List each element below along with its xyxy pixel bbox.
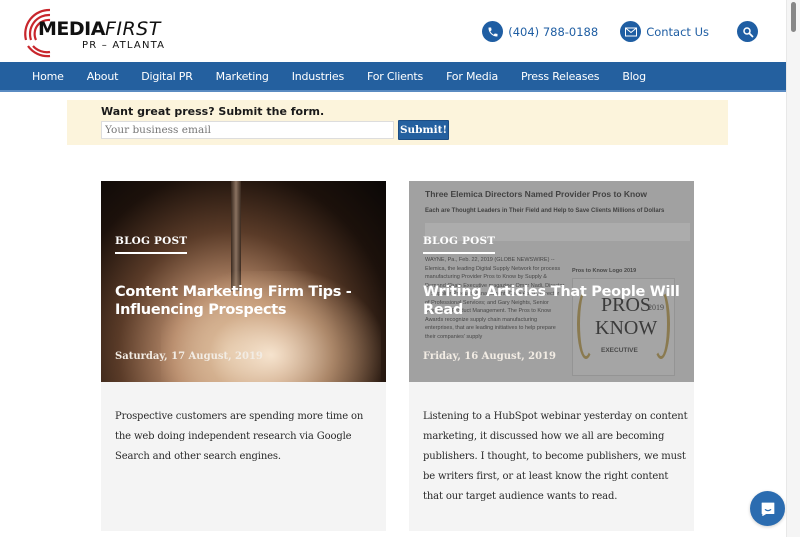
chat-bubble-icon xyxy=(761,502,774,516)
post-title[interactable]: Writing Articles That People Will Read xyxy=(423,283,688,319)
contact-bar: (404) 788-0188 Contact Us xyxy=(482,21,758,42)
post-excerpt: Prospective customers are spending more … xyxy=(115,411,364,462)
signup-title: Want great press? Submit the form. xyxy=(101,105,325,118)
page-scrollbar[interactable] xyxy=(786,0,800,537)
nav-item-for-media[interactable]: For Media xyxy=(446,70,498,83)
submit-button[interactable]: Submit! xyxy=(398,120,449,140)
contact-us-label: Contact Us xyxy=(646,24,709,39)
nav-item-blog[interactable]: Blog xyxy=(622,70,646,83)
post-date: Friday, 16 August, 2019 xyxy=(423,351,557,362)
press-release-screenshot-image: Three Elemica Directors Named Provider P… xyxy=(409,181,694,382)
logo-brand-accent: FIRST xyxy=(104,18,161,40)
site-header: MEDIAFIRST PR – ATLANTA (404) 788-0188 C… xyxy=(0,0,786,62)
nav-item-home[interactable]: Home xyxy=(32,70,64,83)
contact-us-link[interactable]: Contact Us xyxy=(620,21,709,42)
signup-banner: Want great press? Submit the form. Submi… xyxy=(67,100,728,145)
post-tag: BLOG POST xyxy=(423,235,496,254)
scrollbar-thumb[interactable] xyxy=(791,2,796,32)
post-title[interactable]: Content Marketing Firm Tips - Influencin… xyxy=(115,283,380,319)
search-button[interactable] xyxy=(737,21,758,42)
logo-subtitle: PR – ATLANTA xyxy=(82,40,166,51)
post-excerpt: Listening to a HubSpot webinar yesterday… xyxy=(423,411,688,502)
phone-link[interactable]: (404) 788-0188 xyxy=(482,21,598,42)
envelope-icon xyxy=(620,21,642,42)
post-tag: BLOG POST xyxy=(115,235,188,254)
search-icon xyxy=(742,26,753,37)
nav-item-digital-pr[interactable]: Digital PR xyxy=(141,70,193,83)
chat-launcher-button[interactable] xyxy=(750,491,785,526)
nav-item-industries[interactable]: Industries xyxy=(292,70,344,83)
phone-number: (404) 788-0188 xyxy=(508,24,599,39)
logo-text: MEDIAFIRST xyxy=(38,18,161,40)
nav-item-for-clients[interactable]: For Clients xyxy=(367,70,423,83)
phone-icon xyxy=(482,21,504,42)
post-date: Saturday, 17 August, 2019 xyxy=(115,351,263,362)
email-input[interactable] xyxy=(101,121,394,139)
logo-brand-main: MEDIA xyxy=(38,18,105,40)
rocket-launch-image: BLOG POST Content Marketing Firm Tips - … xyxy=(101,181,386,382)
blog-card[interactable]: BLOG POST Content Marketing Firm Tips - … xyxy=(101,181,386,531)
main-nav: Home About Digital PR Marketing Industri… xyxy=(0,62,786,92)
nav-item-about[interactable]: About xyxy=(87,70,119,83)
nav-item-press-releases[interactable]: Press Releases xyxy=(521,70,600,83)
blog-card[interactable]: Three Elemica Directors Named Provider P… xyxy=(409,181,694,531)
logo[interactable]: MEDIAFIRST PR – ATLANTA xyxy=(20,4,180,58)
nav-item-marketing[interactable]: Marketing xyxy=(216,70,269,83)
